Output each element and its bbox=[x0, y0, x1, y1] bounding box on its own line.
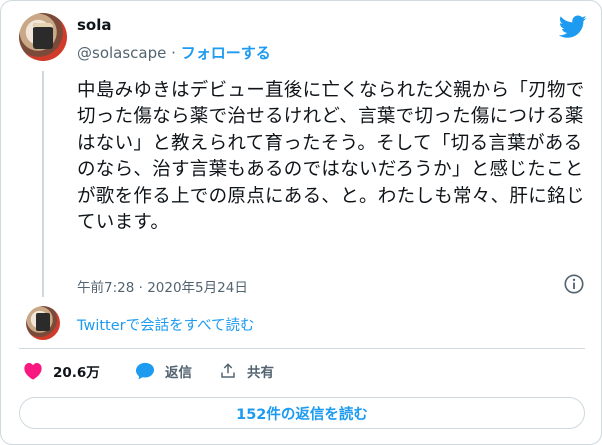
reply-action[interactable]: 返信 bbox=[135, 361, 192, 381]
share-label: 共有 bbox=[247, 365, 274, 381]
like-action[interactable]: 20.6万 bbox=[23, 361, 100, 381]
share-action[interactable]: 共有 bbox=[219, 361, 274, 381]
author-handle-row: @solascape · フォローする bbox=[77, 42, 271, 63]
read-replies-button[interactable]: 152件の返信を読む bbox=[19, 397, 585, 429]
follow-button[interactable]: フォローする bbox=[181, 44, 271, 62]
author-display-name[interactable]: sola bbox=[77, 16, 112, 34]
author-avatar[interactable] bbox=[19, 13, 67, 61]
tweet-card: sola @solascape · フォローする 中島みゆきはデビュー直後に亡く… bbox=[0, 0, 602, 445]
share-upload-icon bbox=[221, 363, 235, 378]
info-icon[interactable] bbox=[563, 273, 585, 295]
divider bbox=[19, 348, 585, 349]
twitter-bird-icon[interactable] bbox=[559, 15, 587, 39]
tweet-timestamp[interactable]: 午前7:28 · 2020年5月24日 bbox=[77, 276, 248, 296]
author-handle[interactable]: @solascape bbox=[77, 44, 166, 62]
heart-icon bbox=[24, 362, 42, 380]
reply-label: 返信 bbox=[165, 365, 192, 381]
reply-bubble-icon bbox=[136, 362, 154, 380]
like-count: 20.6万 bbox=[53, 365, 100, 381]
handle-separator: · bbox=[171, 44, 176, 62]
thread-line bbox=[42, 71, 44, 297]
tweet-text: 中島みゆきはデビュー直後に亡くなられた父親から「刃物で切った傷なら薬で治せるけれ… bbox=[77, 80, 585, 234]
conversation-avatar bbox=[26, 306, 60, 340]
read-conversation-link[interactable]: Twitterで会話をすべて読む bbox=[77, 314, 255, 335]
